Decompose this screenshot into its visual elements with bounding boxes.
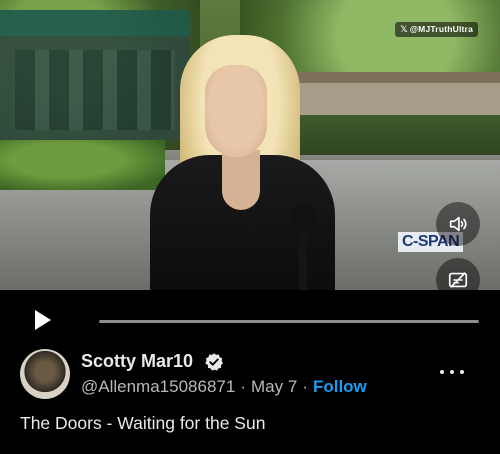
x-logo-icon: 𝕏 bbox=[400, 24, 408, 34]
play-button[interactable] bbox=[34, 309, 52, 331]
tweet-text: The Doors - Waiting for the Sun bbox=[20, 413, 266, 433]
mute-button[interactable] bbox=[436, 202, 480, 246]
speaker-icon bbox=[449, 216, 467, 232]
verified-badge-icon bbox=[205, 353, 223, 371]
video-progress-bar[interactable] bbox=[99, 320, 479, 323]
speaker-neck bbox=[222, 150, 260, 210]
video-watermark: 𝕏 @MJTruthUltra bbox=[395, 22, 478, 37]
author-meta: @Allenma15086871 · May 7 · Follow bbox=[81, 377, 367, 397]
play-icon bbox=[35, 310, 51, 330]
speaker-face bbox=[205, 65, 267, 157]
microphone bbox=[290, 203, 316, 290]
more-options-icon[interactable] bbox=[440, 367, 464, 377]
video-player[interactable]: 𝕏 @MJTruthUltra C-SPAN bbox=[0, 0, 500, 290]
author-display-name[interactable]: Scotty Mar10 bbox=[81, 351, 193, 372]
tweet-author: Scotty Mar10 @Allenma15086871 · May 7 · Foll… bbox=[20, 349, 480, 405]
meta-separator: · bbox=[240, 377, 246, 396]
video-frame-speaker bbox=[150, 35, 335, 290]
follow-button[interactable]: Follow bbox=[313, 377, 367, 396]
author-handle[interactable]: @Allenma15086871 bbox=[81, 377, 235, 396]
video-controls bbox=[0, 290, 500, 340]
video-frame-hedge bbox=[0, 140, 165, 190]
meta-separator: · bbox=[302, 377, 308, 396]
avatar[interactable] bbox=[20, 349, 70, 399]
post-date[interactable]: May 7 bbox=[251, 377, 297, 396]
captions-off-icon bbox=[448, 272, 468, 288]
